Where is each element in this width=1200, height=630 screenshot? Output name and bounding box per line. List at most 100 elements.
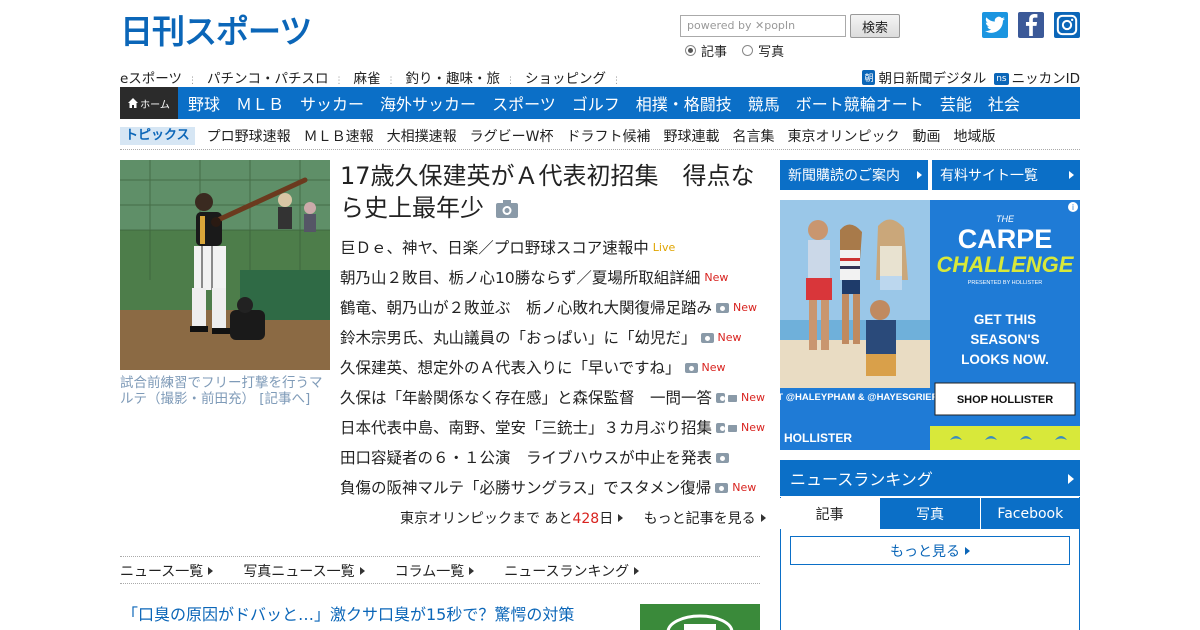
- ad-ft-text: FT @HALEYPHAM & @HAYESGRIER: [780, 392, 939, 403]
- arrow-right-icon: [965, 546, 970, 555]
- util-link-shopping[interactable]: ショッピング: [525, 67, 621, 87]
- nav-mlb[interactable]: ＭＬＢ: [236, 91, 284, 115]
- arrow-right-icon: [917, 171, 922, 179]
- headline-item[interactable]: 負傷の阪神マルテ「必勝サングラス」でスタメン復帰 New: [340, 473, 765, 503]
- radio-article[interactable]: [685, 45, 696, 56]
- arrow-right-icon: [1069, 171, 1074, 179]
- headline-item[interactable]: 久保建英、想定外のＡ代表入りに「早いですね」 New: [340, 353, 765, 383]
- nav-soccer[interactable]: サッカー: [300, 91, 364, 115]
- new-badge: New: [741, 421, 765, 434]
- ranking-header[interactable]: ニュースランキング: [780, 460, 1080, 496]
- topics-bar: トピックス プロ野球速報 ＭＬＢ速報 大相撲速報 ラグビーW杯 ドラフト候補 野…: [120, 126, 1008, 146]
- topic-link[interactable]: 大相撲速報: [387, 126, 457, 146]
- subscription-info-button[interactable]: 新聞購読のご案内: [780, 160, 928, 190]
- ranking-tabs: 記事 写真 Facebook: [780, 498, 1080, 529]
- new-badge: New: [732, 481, 757, 494]
- topic-link[interactable]: ラグビーW杯: [470, 126, 554, 146]
- news-ranking-link[interactable]: ニュースランキング: [504, 561, 640, 581]
- util-link-mahjong[interactable]: 麻雀: [354, 67, 396, 87]
- topic-link[interactable]: 動画: [912, 126, 940, 146]
- headline-item[interactable]: 田口容疑者の６・１公演 ライブハウスが中止を発表: [340, 443, 765, 473]
- list-divider-bottom: [120, 583, 760, 584]
- nav-baseball[interactable]: 野球: [188, 91, 220, 115]
- news-list-link[interactable]: ニュース一覧: [120, 561, 214, 581]
- tab-facebook[interactable]: Facebook: [979, 498, 1080, 529]
- promo-article-link[interactable]: 「口臭の原因がドバッと…」激クサ口臭が15秒で？驚愕の対策: [122, 601, 574, 625]
- topic-link[interactable]: ドラフト候補: [566, 126, 650, 146]
- radio-photo-label: 写真: [758, 45, 785, 60]
- asahi-badge-icon: 朝: [862, 70, 876, 85]
- tab-photos[interactable]: 写真: [879, 498, 980, 529]
- lead-headline[interactable]: 17歳久保建英がＡ代表初招集 得点なら史上最年少: [340, 160, 765, 224]
- util-link-pachinko[interactable]: パチンコ・パチスロ: [207, 67, 344, 87]
- headline-item[interactable]: 朝乃山２敗目、栃ノ心10勝ならず／夏場所取組詳細 New: [340, 263, 765, 293]
- ad-cta-button[interactable]: SHOP HOLLISTER: [957, 394, 1053, 406]
- nav-golf[interactable]: ゴルフ: [572, 91, 620, 115]
- headline-text: 久保建英、想定外のＡ代表入りに「早いですね」: [340, 359, 681, 377]
- topic-link[interactable]: 名言集: [732, 126, 774, 146]
- util-link-esports[interactable]: eスポーツ: [120, 67, 197, 87]
- topic-link[interactable]: プロ野球速報: [207, 126, 291, 146]
- lead-photo[interactable]: [120, 160, 330, 370]
- headline-text: 田口容疑者の６・１公演 ライブハウスが中止を発表: [340, 449, 713, 467]
- ranking-more-button[interactable]: もっと見る: [790, 536, 1070, 565]
- util-link-fishing[interactable]: 釣り・趣味・旅: [406, 67, 516, 87]
- olympic-days: 428: [572, 511, 600, 527]
- lead-photo-caption[interactable]: 試合前練習でフリー打撃を行うマルテ（撮影・前田充） [記事へ]: [120, 375, 332, 407]
- topic-link[interactable]: 地域版: [953, 126, 995, 146]
- instagram-icon[interactable]: [1054, 12, 1080, 38]
- news-ranking-label: ニュースランキング: [504, 564, 630, 580]
- arrow-right-icon: [618, 514, 624, 522]
- nav-entertainment[interactable]: 芸能: [940, 91, 972, 115]
- headline-item[interactable]: 久保は「年齢関係なく存在感」と森保監督 一問一答 New: [340, 383, 765, 413]
- subscription-info-label: 新聞購読のご案内: [788, 168, 900, 184]
- more-articles-label: もっと記事を見る: [643, 511, 756, 527]
- camera-icon: [716, 393, 725, 403]
- search-input[interactable]: powered by ✕popIn: [680, 15, 846, 37]
- arrow-right-icon: [634, 567, 640, 575]
- nav-home[interactable]: ホーム: [120, 87, 178, 119]
- nav-horse-racing[interactable]: 競馬: [748, 91, 780, 115]
- camera-icon: [495, 200, 518, 218]
- site-logo[interactable]: 日刊スポーツ: [120, 10, 320, 51]
- photo-news-list-link[interactable]: 写真ニュース一覧: [243, 561, 365, 581]
- video-icon: [727, 423, 738, 433]
- topic-link[interactable]: 東京オリンピック: [787, 126, 899, 146]
- headline-item[interactable]: 巨Ｄｅ、神ヤ、日楽／プロ野球スコア速報中 Live: [340, 233, 765, 263]
- utility-nav: eスポーツ パチンコ・パチスロ 麻雀 釣り・趣味・旅 ショッピング: [120, 67, 631, 87]
- nav-society[interactable]: 社会: [988, 91, 1020, 115]
- radio-photo[interactable]: [742, 45, 754, 56]
- search-button[interactable]: 検索: [850, 14, 900, 38]
- nav-boat-keirin-auto[interactable]: ボート競輪オート: [796, 91, 924, 115]
- headline-text: 負傷の阪神マルテ「必勝サングラス」でスタメン復帰: [340, 479, 712, 497]
- headline-text: 巨Ｄｅ、神ヤ、日楽／プロ野球スコア速報中: [340, 239, 649, 257]
- headline-item[interactable]: 日本代表中島、南野、堂安「三銃士」３カ月ぶり招集 New: [340, 413, 765, 443]
- headline-item[interactable]: 鈴木宗男氏、丸山議員の「おっぱい」に「幼児だ」 New: [340, 323, 765, 353]
- ad-headline-2: CHALLENGE: [937, 252, 1075, 277]
- headline-text: 鶴竜、朝乃山が２敗並ぶ 栃ノ心敗れ大関復帰足踏み: [340, 299, 713, 317]
- headline-text: 朝乃山２敗目、栃ノ心10勝ならず／夏場所取組詳細: [340, 269, 701, 287]
- topic-link[interactable]: 野球連載: [663, 126, 719, 146]
- camera-icon: [684, 363, 698, 373]
- nav-sports[interactable]: スポーツ: [492, 91, 556, 115]
- nav-sumo-fighting[interactable]: 相撲・格闘技: [636, 91, 732, 115]
- promo-thumbnail[interactable]: [640, 604, 760, 630]
- live-badge: Live: [652, 241, 676, 254]
- olympic-countdown-link[interactable]: 東京オリンピックまで あと428日: [400, 511, 624, 527]
- hollister-ad[interactable]: FT @HALEYPHAM & @HAYESGRIER THE CARPE CH…: [780, 200, 1080, 450]
- camera-icon: [716, 453, 730, 463]
- more-articles-link[interactable]: もっと記事を見る: [644, 511, 766, 527]
- nikkan-id-label: ニッカンID: [1011, 71, 1080, 87]
- facebook-icon[interactable]: [1018, 12, 1044, 38]
- ranking-more-label: もっと見る: [890, 543, 960, 560]
- asahi-digital-link[interactable]: 朝朝日新聞デジタル: [862, 67, 986, 87]
- list-divider-top: [120, 556, 760, 557]
- topic-link[interactable]: ＭＬＢ速報: [304, 126, 374, 146]
- twitter-icon[interactable]: [982, 12, 1008, 38]
- headline-item[interactable]: 鶴竜、朝乃山が２敗並ぶ 栃ノ心敗れ大関復帰足踏み New: [340, 293, 765, 323]
- paid-sites-button[interactable]: 有料サイト一覧: [932, 160, 1080, 190]
- column-list-link[interactable]: コラム一覧: [395, 561, 475, 581]
- tab-articles[interactable]: 記事: [780, 498, 880, 529]
- nikkan-id-link[interactable]: ns ニッカンID: [994, 67, 1080, 87]
- nav-world-soccer[interactable]: 海外サッカー: [380, 91, 476, 115]
